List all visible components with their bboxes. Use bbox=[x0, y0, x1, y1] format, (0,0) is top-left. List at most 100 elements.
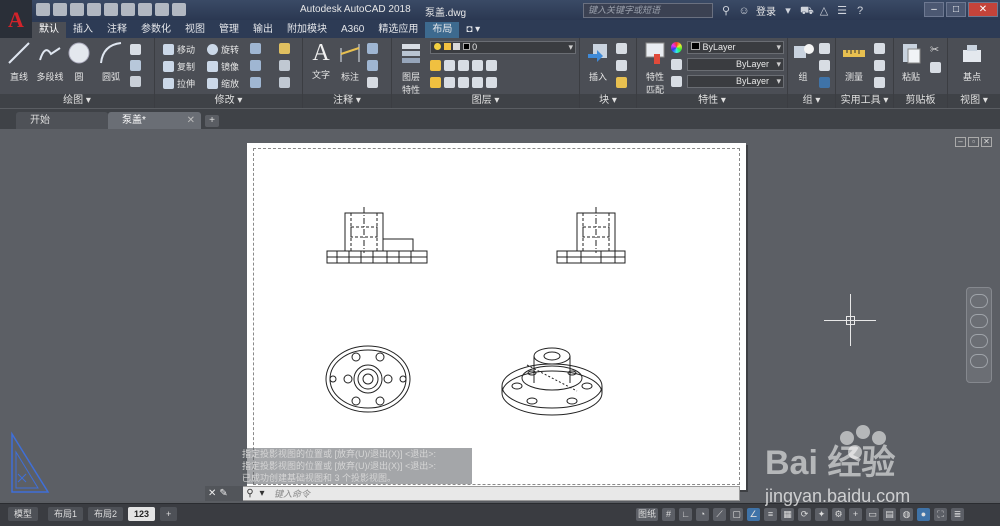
viewport-close-button[interactable]: ✕ bbox=[981, 137, 992, 147]
quick-select-button[interactable] bbox=[874, 43, 885, 54]
command-search-icon[interactable]: ⚲ bbox=[244, 488, 256, 500]
tab-output[interactable]: 输出 bbox=[246, 22, 280, 38]
match-properties-button[interactable]: 特性 匹配 bbox=[641, 40, 669, 96]
redo-icon[interactable] bbox=[155, 3, 169, 16]
quick-properties-icon[interactable]: ▤ bbox=[883, 508, 896, 521]
hatch-button[interactable] bbox=[130, 60, 141, 71]
block-panel-title[interactable]: 块 ▾ bbox=[580, 94, 636, 108]
group-button[interactable]: 组 bbox=[791, 40, 815, 83]
lineweight-dropdown[interactable]: ByLayer bbox=[687, 75, 784, 88]
rectangle-button[interactable] bbox=[130, 44, 141, 55]
draw-panel-title[interactable]: 绘图 ▾ bbox=[0, 94, 154, 108]
linear-dim-button[interactable] bbox=[367, 43, 378, 54]
ungroup-button[interactable] bbox=[819, 43, 830, 54]
wrench-icon[interactable]: ✎ bbox=[219, 488, 227, 499]
units-icon[interactable]: ▭ bbox=[866, 508, 879, 521]
tab-layout[interactable]: 布局 bbox=[425, 22, 460, 38]
maximize-button[interactable]: □ bbox=[946, 2, 966, 17]
snap-tracking-icon[interactable]: ∠ bbox=[747, 508, 760, 521]
arc-button[interactable]: 圆弧 bbox=[98, 40, 124, 83]
exchange-icon[interactable]: ☰ bbox=[836, 5, 848, 17]
annotation-panel-title[interactable]: 注释 ▾ bbox=[303, 94, 391, 108]
color-dropdown[interactable]: ByLayer bbox=[687, 41, 784, 54]
fillet-button[interactable] bbox=[250, 60, 261, 71]
properties-panel-title[interactable]: 特性 ▾ bbox=[637, 94, 787, 108]
layout-tab-123[interactable]: 123 bbox=[128, 507, 156, 521]
dimension-button[interactable]: 标注 bbox=[337, 40, 363, 83]
boundary-button[interactable] bbox=[130, 76, 141, 87]
layer-off-icon[interactable] bbox=[430, 60, 441, 71]
layer-make-current-icon[interactable] bbox=[486, 60, 497, 71]
offset-button[interactable] bbox=[279, 77, 290, 88]
tab-addins[interactable]: 附加模块 bbox=[280, 22, 334, 38]
save-icon[interactable] bbox=[70, 3, 84, 16]
polyline-button[interactable]: 多段线 bbox=[34, 40, 66, 83]
scale-button[interactable]: 缩放 bbox=[207, 77, 239, 90]
ortho-icon[interactable]: ∟ bbox=[679, 508, 692, 521]
layout-paper[interactable] bbox=[247, 143, 746, 490]
help-icon[interactable]: ? bbox=[854, 5, 866, 17]
linetype-icon-button[interactable] bbox=[671, 59, 682, 70]
move-button[interactable]: 移动 bbox=[163, 43, 195, 56]
viewport-restore-button[interactable]: ▫ bbox=[968, 137, 979, 147]
save-as-icon[interactable] bbox=[87, 3, 101, 16]
layout-tab-layout1[interactable]: 布局1 bbox=[48, 507, 84, 521]
polar-icon[interactable]: ◔ bbox=[696, 508, 709, 521]
group-edit-button[interactable] bbox=[819, 60, 830, 71]
layer-isolate-icon[interactable] bbox=[444, 60, 455, 71]
insert-block-button[interactable]: 插入 bbox=[584, 40, 612, 83]
line-button[interactable]: 直线 bbox=[6, 40, 32, 83]
orbit-icon[interactable] bbox=[970, 354, 988, 368]
trim-button[interactable] bbox=[250, 43, 261, 54]
edit-block-button[interactable] bbox=[616, 60, 627, 71]
layer-on-icon[interactable] bbox=[430, 77, 441, 88]
clipboard-panel-title[interactable]: 剪贴板 bbox=[894, 94, 947, 108]
lineweight-toggle-icon[interactable]: ≡ bbox=[764, 508, 777, 521]
edit-attribute-button[interactable] bbox=[616, 77, 627, 88]
layer-thaw-icon[interactable] bbox=[458, 77, 469, 88]
close-command-line-icon[interactable]: ✕ bbox=[208, 488, 216, 499]
isodraft-icon[interactable]: ⟋ bbox=[713, 508, 726, 521]
autodesk-a360-icon[interactable]: △ bbox=[818, 5, 830, 17]
layer-dropdown[interactable]: 0 bbox=[430, 41, 576, 54]
tab-manage[interactable]: 管理 bbox=[212, 22, 246, 38]
viewport-minimize-button[interactable]: – bbox=[955, 137, 966, 147]
doc-tab-drawing[interactable]: 泵盖* ✕ bbox=[108, 112, 201, 129]
transparency-icon[interactable]: ▦ bbox=[781, 508, 794, 521]
chevron-down-icon[interactable]: ▾ bbox=[782, 5, 794, 17]
linetype-dropdown[interactable]: ByLayer bbox=[687, 58, 784, 71]
cloud-icon[interactable] bbox=[104, 3, 118, 16]
customize-dropdown-icon[interactable] bbox=[172, 3, 186, 16]
annotation-scale-icon[interactable]: ✦ bbox=[815, 508, 828, 521]
customize-status-icon[interactable]: ≣ bbox=[951, 508, 964, 521]
tab-featured-apps[interactable]: 精选应用 bbox=[371, 22, 425, 38]
isolate-objects-icon[interactable]: ◍ bbox=[900, 508, 913, 521]
cut-button[interactable]: ✂ bbox=[930, 43, 939, 56]
paper-space-toggle[interactable]: 图纸 bbox=[636, 508, 658, 521]
color-wheel-button[interactable] bbox=[671, 42, 682, 53]
table-button[interactable] bbox=[367, 77, 378, 88]
search-input[interactable]: 键入关键字或短语 bbox=[583, 3, 713, 18]
tab-annotate[interactable]: 注释 bbox=[100, 22, 134, 38]
annotation-monitor-icon[interactable]: + bbox=[849, 508, 862, 521]
open-file-icon[interactable] bbox=[53, 3, 67, 16]
layer-freeze-icon[interactable] bbox=[458, 60, 469, 71]
login-button[interactable]: 登录 bbox=[756, 3, 776, 18]
layout-tab-layout2[interactable]: 布局2 bbox=[88, 507, 124, 521]
groups-panel-title[interactable]: 组 ▾ bbox=[788, 94, 835, 108]
lineweight-icon-button[interactable] bbox=[671, 76, 682, 87]
erase-button[interactable] bbox=[279, 43, 290, 54]
layer-match-icon[interactable] bbox=[486, 77, 497, 88]
utilities-panel-title[interactable]: 实用工具 ▾ bbox=[836, 94, 893, 108]
layer-unlock-icon[interactable] bbox=[472, 77, 483, 88]
measure-button[interactable]: 测量 bbox=[840, 40, 868, 83]
select-all-button[interactable] bbox=[874, 60, 885, 71]
tab-default[interactable]: 默认 bbox=[32, 22, 66, 38]
layer-properties-button[interactable]: 图层 特性 bbox=[397, 40, 425, 96]
modify-panel-title[interactable]: 修改 ▾ bbox=[155, 94, 302, 108]
steering-wheel-icon[interactable] bbox=[970, 294, 988, 308]
view-panel-title[interactable]: 视图 ▾ bbox=[948, 94, 1000, 108]
minimize-button[interactable]: – bbox=[924, 2, 944, 17]
explode-button[interactable] bbox=[279, 60, 290, 71]
command-line[interactable]: ⚲ ▾ 键入命令 bbox=[205, 486, 740, 501]
